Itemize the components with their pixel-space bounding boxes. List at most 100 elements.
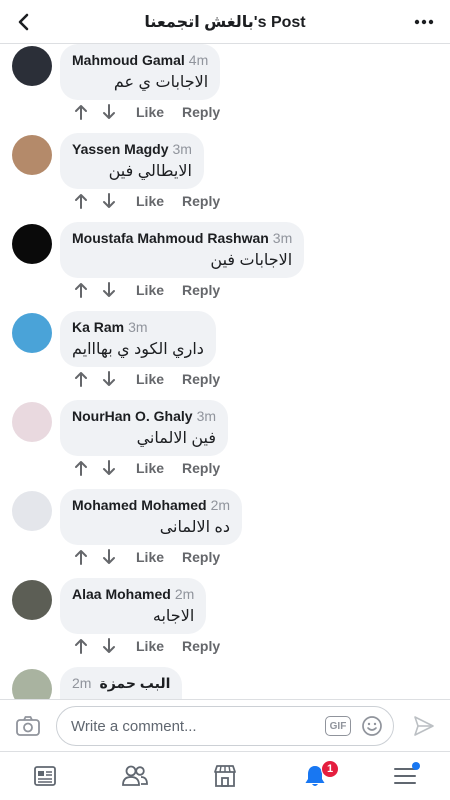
upvote-button[interactable]: [72, 370, 90, 388]
camera-button[interactable]: [14, 712, 42, 740]
comment-bubble[interactable]: Moustafa Mahmoud Rashwan 3m الاجابات فين: [60, 222, 305, 278]
upvote-button[interactable]: [72, 103, 90, 121]
upvote-button[interactable]: [72, 281, 90, 299]
comment-bubble[interactable]: Mahmoud Gamal 4m الاجابات ي عم: [60, 44, 221, 100]
comment-actions: Like Reply: [72, 636, 220, 656]
comment-author[interactable]: Ka Ram: [72, 319, 124, 335]
comment-author[interactable]: Mahmoud Gamal: [72, 52, 185, 68]
comment-meta: NourHan O. Ghaly 3m: [72, 408, 216, 424]
arrow-down-icon: [103, 193, 115, 208]
downvote-button[interactable]: [100, 103, 118, 121]
comment-meta: Mohamed Mohamed 2m: [72, 497, 230, 513]
downvote-button[interactable]: [100, 281, 118, 299]
comment-author[interactable]: Mohamed Mohamed: [72, 497, 207, 513]
arrow-down-icon: [103, 549, 115, 564]
arrow-up-icon: [75, 194, 87, 209]
avatar[interactable]: [12, 224, 52, 264]
comment-item: NourHan O. Ghaly 3m فين الالماني Like Reply: [0, 400, 450, 489]
comment-time: 3m: [196, 408, 217, 424]
upvote-button[interactable]: [72, 637, 90, 655]
comment-meta: Mahmoud Gamal 4m: [72, 52, 208, 68]
post-header: بالغش اتجمعنا's Post: [0, 0, 450, 44]
like-button[interactable]: Like: [136, 549, 164, 565]
comment-item: Alaa Mohamed 2m الاجابه Like Reply: [0, 578, 450, 667]
reply-button[interactable]: Reply: [182, 638, 220, 654]
emoji-button[interactable]: [361, 715, 383, 737]
upvote-button[interactable]: [72, 192, 90, 210]
comment-bubble[interactable]: Alaa Mohamed 2m الاجابه: [60, 578, 207, 634]
arrow-down-icon: [103, 104, 115, 119]
marketplace-icon: [214, 765, 236, 787]
like-button[interactable]: Like: [136, 282, 164, 298]
comment-time: 2m: [210, 497, 231, 513]
reply-button[interactable]: Reply: [182, 193, 220, 209]
downvote-button[interactable]: [100, 459, 118, 477]
comment-author[interactable]: Yassen Magdy: [72, 141, 169, 157]
comment-actions: Like Reply: [72, 280, 220, 300]
comment-actions: Like Reply: [72, 369, 220, 389]
comment-item: Yassen Magdy 3m الايطالي فين Like Reply: [0, 133, 450, 222]
comment-item: Mohamed Mohamed 2m ده الالمانى Like Reply: [0, 489, 450, 578]
comment-text: الاجابات ي عم: [113, 74, 209, 91]
avatar[interactable]: [12, 313, 52, 353]
avatar[interactable]: [12, 669, 52, 699]
avatar[interactable]: [12, 135, 52, 175]
back-button[interactable]: [8, 6, 40, 38]
comment-text: الايطالي فين: [108, 163, 192, 180]
notification-badge: 1: [321, 760, 339, 778]
send-icon: [414, 716, 434, 736]
like-button[interactable]: Like: [136, 104, 164, 120]
comment-bubble[interactable]: Yassen Magdy 3m الايطالي فين: [60, 133, 204, 189]
avatar[interactable]: [12, 491, 52, 531]
like-button[interactable]: Like: [136, 371, 164, 387]
downvote-button[interactable]: [100, 637, 118, 655]
tab-news-feed[interactable]: [0, 752, 90, 800]
comment-bubble[interactable]: Mohamed Mohamed 2m ده الالمانى: [60, 489, 243, 545]
reply-button[interactable]: Reply: [182, 104, 220, 120]
avatar[interactable]: [12, 46, 52, 86]
comment-bubble[interactable]: NourHan O. Ghaly 3m فين الالماني: [60, 400, 229, 456]
comment-meta: Yassen Magdy 3m: [72, 141, 192, 157]
downvote-button[interactable]: [100, 548, 118, 566]
comment-input[interactable]: Write a comment... GIF: [56, 706, 394, 746]
downvote-button[interactable]: [100, 370, 118, 388]
comment-meta: 2m البب حمزة: [72, 675, 170, 692]
tab-friends[interactable]: [90, 752, 180, 800]
comment-actions: Like Reply: [72, 191, 220, 211]
comment-author[interactable]: البب حمزة: [99, 675, 170, 691]
like-button[interactable]: Like: [136, 638, 164, 654]
reply-button[interactable]: Reply: [182, 460, 220, 476]
comment-author[interactable]: NourHan O. Ghaly: [72, 408, 193, 424]
like-button[interactable]: Like: [136, 460, 164, 476]
reply-button[interactable]: Reply: [182, 371, 220, 387]
comment-bubble[interactable]: Ka Ram 3m داري الكود ي بهااايم: [60, 311, 216, 367]
upvote-button[interactable]: [72, 548, 90, 566]
tab-notifications[interactable]: 1: [270, 752, 360, 800]
camera-icon: [16, 716, 40, 736]
more-options-button[interactable]: [408, 6, 440, 38]
comment-bubble[interactable]: 2m البب حمزة: [60, 667, 183, 699]
comment-item: Moustafa Mahmoud Rashwan 3m الاجابات فين Li…: [0, 222, 450, 311]
comment-author[interactable]: Alaa Mohamed: [72, 586, 171, 602]
upvote-button[interactable]: [72, 459, 90, 477]
tab-marketplace[interactable]: [180, 752, 270, 800]
arrow-up-icon: [75, 105, 87, 120]
reply-button[interactable]: Reply: [182, 549, 220, 565]
chevron-left-icon: [18, 13, 29, 31]
arrow-up-icon: [75, 283, 87, 298]
comment-text: الاجابه: [152, 608, 195, 625]
comment-author[interactable]: Moustafa Mahmoud Rashwan: [72, 230, 269, 246]
comment-item: Mahmoud Gamal 4m الاجابات ي عم Like Reply: [0, 44, 450, 133]
like-button[interactable]: Like: [136, 193, 164, 209]
arrow-up-icon: [75, 639, 87, 654]
avatar[interactable]: [12, 402, 52, 442]
downvote-button[interactable]: [100, 192, 118, 210]
comment-time: 4m: [188, 52, 209, 68]
tab-menu[interactable]: [360, 752, 450, 800]
avatar[interactable]: [12, 580, 52, 620]
gif-button[interactable]: GIF: [325, 716, 351, 736]
send-button[interactable]: [412, 714, 436, 738]
news-feed-icon: [34, 766, 56, 786]
reply-button[interactable]: Reply: [182, 282, 220, 298]
menu-indicator-dot: [412, 762, 420, 770]
